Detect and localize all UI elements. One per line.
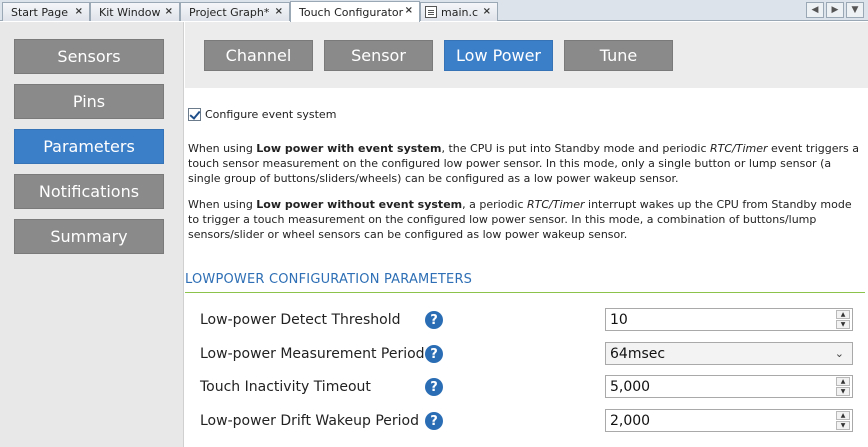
scroll-left-icon[interactable]: ◀ — [806, 2, 824, 18]
tab-project-graph[interactable]: Project Graph* × — [180, 2, 290, 21]
drift-wakeup-period-stepper[interactable]: 2,000 ▲ ▼ — [605, 409, 853, 432]
file-icon — [425, 6, 437, 18]
main-content: Channel Sensor Low Power Tune Configure … — [185, 22, 868, 447]
help-icon[interactable]: ? — [425, 378, 443, 396]
spin-up-icon[interactable]: ▲ — [836, 310, 850, 319]
sidebar-item-sensors[interactable]: Sensors — [14, 39, 164, 74]
tab-label: Touch Configurator — [299, 5, 404, 19]
tab-label: Start Page — [11, 5, 68, 19]
spin-up-icon[interactable]: ▲ — [836, 377, 850, 386]
param-label-drift-wakeup-period: Low-power Drift Wakeup Period — [200, 413, 420, 429]
emphasis: RTC/Timer — [527, 198, 585, 211]
spinner-controls: ▲ ▼ — [836, 377, 850, 396]
help-icon[interactable]: ? — [425, 412, 443, 430]
scroll-right-icon[interactable]: ▶ — [826, 2, 844, 18]
description-with-event-system: When using Low power with event system, … — [188, 141, 864, 186]
tab-label: main.c — [441, 5, 479, 19]
tab-navigation: ◀ ▶ ▼ — [806, 2, 864, 18]
tab-start-page[interactable]: Start Page × — [2, 2, 90, 21]
subtab-sensor[interactable]: Sensor — [324, 40, 433, 71]
inactivity-timeout-stepper[interactable]: 5,000 ▲ ▼ — [605, 375, 853, 398]
section-divider — [185, 292, 865, 293]
spin-down-icon[interactable]: ▼ — [836, 320, 850, 329]
document-tab-bar: Start Page × Kit Window × Project Graph*… — [0, 0, 868, 22]
spin-down-icon[interactable]: ▼ — [836, 421, 850, 430]
subtab-channel[interactable]: Channel — [204, 40, 313, 71]
close-icon[interactable]: × — [405, 5, 413, 16]
tab-kit-window[interactable]: Kit Window × — [90, 2, 180, 21]
configure-event-system-checkbox[interactable] — [188, 108, 201, 121]
emphasis: Low power with event system — [256, 142, 442, 155]
tab-main-c[interactable]: main.c × — [420, 2, 498, 21]
help-icon[interactable]: ? — [425, 345, 443, 363]
field-value: 5,000 — [610, 378, 651, 395]
tab-label: Project Graph* — [189, 5, 270, 19]
sidebar-item-parameters[interactable]: Parameters — [14, 129, 164, 164]
param-label-measurement-period: Low-power Measurement Period — [200, 346, 425, 362]
tab-touch-configurator[interactable]: Touch Configurator × — [290, 1, 420, 22]
field-value: 64msec — [610, 345, 666, 362]
sidebar: Sensors Pins Parameters Notifications Su… — [0, 22, 184, 447]
subtab-low-power[interactable]: Low Power — [444, 40, 553, 71]
configure-event-system-label: Configure event system — [205, 108, 337, 121]
emphasis: RTC/Timer — [710, 142, 768, 155]
chevron-down-icon[interactable]: ⌄ — [835, 347, 844, 360]
field-value: 2,000 — [610, 412, 651, 429]
help-icon[interactable]: ? — [425, 311, 443, 329]
close-icon[interactable]: × — [165, 6, 173, 17]
spin-up-icon[interactable]: ▲ — [836, 411, 850, 420]
section-title: LOWPOWER CONFIGURATION PARAMETERS — [185, 272, 473, 287]
spinner-controls: ▲ ▼ — [836, 310, 850, 329]
text: , a periodic — [462, 198, 527, 211]
detect-threshold-stepper[interactable]: 10 ▲ ▼ — [605, 308, 853, 331]
configure-event-system-row[interactable]: Configure event system — [188, 108, 336, 121]
measurement-period-select[interactable]: 64msec ⌄ — [605, 342, 853, 365]
text: When using — [188, 198, 257, 211]
sidebar-item-notifications[interactable]: Notifications — [14, 174, 164, 209]
param-label-detect-threshold: Low-power Detect Threshold — [200, 312, 401, 328]
emphasis: Low power without event system — [256, 198, 463, 211]
tab-list-icon[interactable]: ▼ — [846, 2, 864, 18]
sidebar-item-pins[interactable]: Pins — [14, 84, 164, 119]
text: , the CPU is put into Standby mode and p… — [441, 142, 711, 155]
close-icon[interactable]: × — [483, 6, 491, 17]
spinner-controls: ▲ ▼ — [836, 411, 850, 430]
sidebar-item-summary[interactable]: Summary — [14, 219, 164, 254]
description-without-event-system: When using Low power without event syste… — [188, 197, 864, 242]
subtab-tune[interactable]: Tune — [564, 40, 673, 71]
text: When using — [188, 142, 257, 155]
spin-down-icon[interactable]: ▼ — [836, 387, 850, 396]
tab-label: Kit Window — [99, 5, 161, 19]
close-icon[interactable]: × — [275, 6, 283, 17]
subtab-bar: Channel Sensor Low Power Tune — [185, 22, 868, 88]
close-icon[interactable]: × — [75, 6, 83, 17]
field-value: 10 — [610, 311, 628, 328]
param-label-inactivity-timeout: Touch Inactivity Timeout — [200, 379, 371, 395]
